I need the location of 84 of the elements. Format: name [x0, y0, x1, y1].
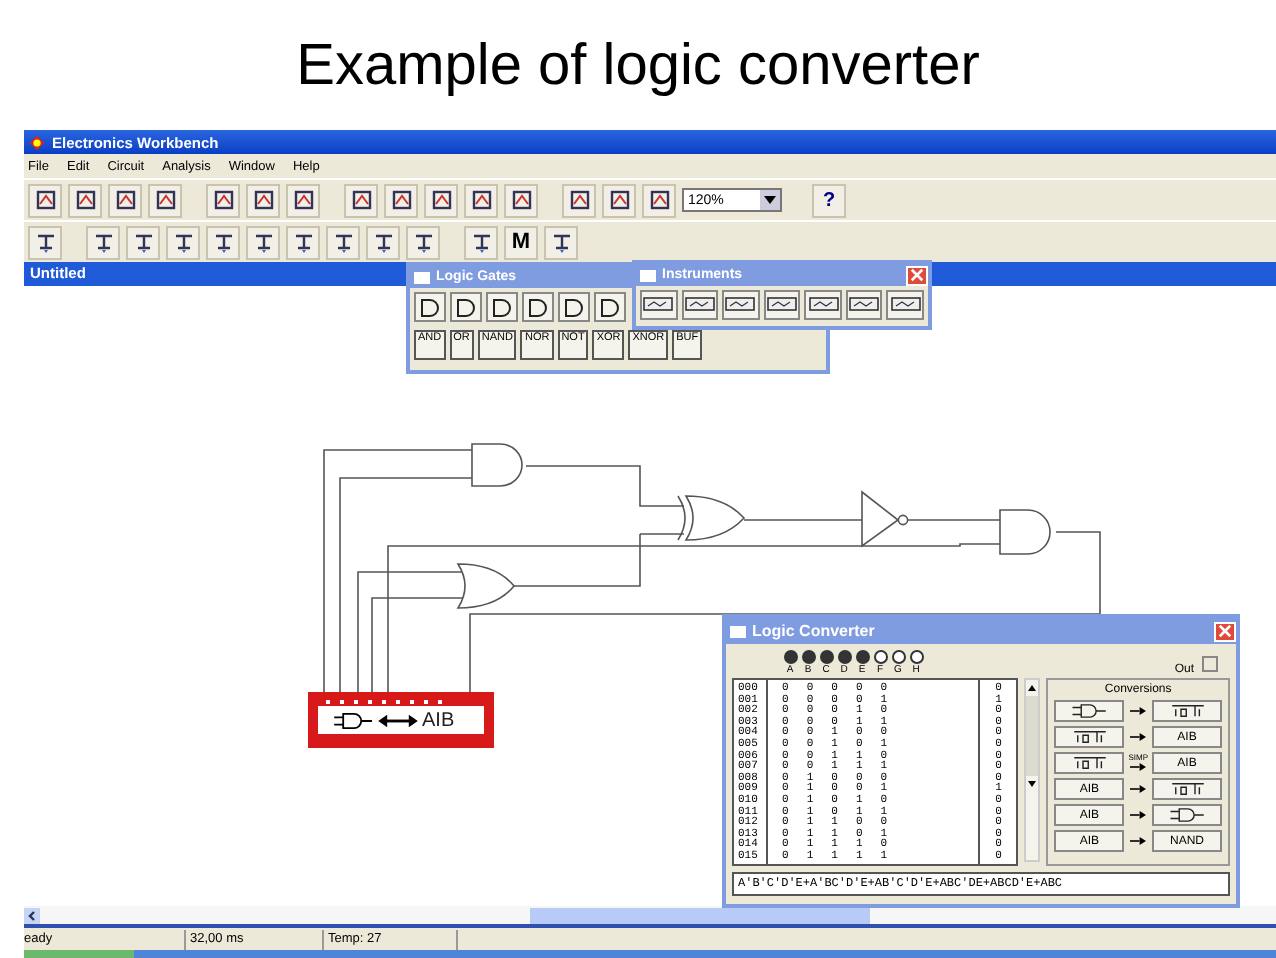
- app-icon: [28, 133, 46, 151]
- zoom-out-button[interactable]: [602, 183, 636, 217]
- folder-button[interactable]: [68, 183, 102, 217]
- gate-button[interactable]: [450, 292, 482, 322]
- gate-button[interactable]: [522, 292, 554, 322]
- truth-table-icon: [1071, 756, 1108, 770]
- battery-button[interactable]: [86, 225, 120, 259]
- chip-button[interactable]: [286, 225, 320, 259]
- input-terminal[interactable]: [909, 650, 923, 664]
- ground-button[interactable]: [464, 183, 498, 217]
- component-label: AIB: [422, 709, 455, 731]
- triangle-button[interactable]: [384, 183, 418, 217]
- input-terminal[interactable]: [783, 650, 797, 664]
- instrument-button[interactable]: [681, 290, 719, 320]
- chip-button[interactable]: [326, 225, 360, 259]
- diode-button[interactable]: [166, 225, 200, 259]
- and-gate: [471, 443, 523, 487]
- flag-button[interactable]: [424, 183, 458, 217]
- or-gate: [457, 563, 515, 609]
- graph-button[interactable]: [344, 183, 378, 217]
- close-button[interactable]: [906, 265, 928, 285]
- instrument-button[interactable]: [722, 290, 760, 320]
- window-icon: [640, 269, 656, 281]
- conversion-button[interactable]: [1152, 778, 1222, 800]
- xor-gate: [677, 495, 745, 541]
- left-arrow-icon: [24, 907, 40, 923]
- save-button[interactable]: [108, 183, 142, 217]
- gate-button[interactable]: [414, 292, 446, 322]
- instrument-button[interactable]: [886, 290, 925, 320]
- scrollbar[interactable]: [24, 906, 1276, 928]
- resistor-button[interactable]: [126, 225, 160, 259]
- input-terminal[interactable]: [801, 650, 815, 664]
- paste-button[interactable]: [286, 183, 320, 217]
- truth-table-icon: [1071, 730, 1108, 744]
- copy-button[interactable]: [246, 183, 280, 217]
- cut-button[interactable]: [206, 183, 240, 217]
- scroll-thumb[interactable]: [530, 907, 870, 923]
- instrument-button[interactable]: [763, 290, 801, 320]
- new-file-button[interactable]: [28, 183, 62, 217]
- gate-button[interactable]: [558, 292, 590, 322]
- conversion-button[interactable]: [1054, 752, 1125, 774]
- chart-button[interactable]: [504, 183, 538, 217]
- meter-button[interactable]: M: [504, 225, 538, 259]
- close-button[interactable]: [1214, 621, 1236, 641]
- chip-button[interactable]: [246, 225, 280, 259]
- window-title: Logic Converter: [752, 622, 875, 640]
- logic-converter-component[interactable]: AIB: [308, 692, 494, 748]
- transistor-button[interactable]: [206, 225, 240, 259]
- input-terminal[interactable]: [891, 650, 905, 664]
- input-terminal[interactable]: [873, 650, 887, 664]
- down-arrow-icon: [1026, 778, 1039, 790]
- instrument-button[interactable]: [640, 290, 678, 320]
- instrument-button[interactable]: [804, 290, 842, 320]
- conversion-button[interactable]: [1054, 726, 1125, 748]
- help-button[interactable]: ?: [812, 183, 846, 217]
- input-terminal[interactable]: [855, 650, 869, 664]
- conversion-button[interactable]: [1054, 700, 1125, 722]
- slide-title: Example of logic converter: [294, 32, 982, 102]
- up-arrow-icon: [1026, 682, 1039, 694]
- double-arrow-icon: [378, 711, 418, 729]
- gate-button[interactable]: [486, 292, 518, 322]
- gate-button[interactable]: [594, 292, 626, 322]
- input-terminal[interactable]: [819, 650, 833, 664]
- caret-icon: [760, 190, 780, 210]
- printer-button[interactable]: [148, 183, 182, 217]
- input-terminal[interactable]: [837, 650, 851, 664]
- check-button[interactable]: [562, 183, 596, 217]
- instrument-button[interactable]: [544, 225, 578, 259]
- scroll-thumb[interactable]: [1026, 696, 1039, 776]
- gate-button[interactable]: [366, 225, 400, 259]
- lamp-button[interactable]: [464, 225, 498, 259]
- conversion-button[interactable]: [1152, 700, 1222, 722]
- instrument-button[interactable]: [845, 290, 883, 320]
- conversion-button[interactable]: [1152, 804, 1222, 826]
- truth-table-icon: [1169, 704, 1205, 718]
- output-terminal[interactable]: [1202, 656, 1218, 672]
- zoom-in-button[interactable]: [642, 183, 676, 217]
- window-icon: [414, 271, 430, 283]
- not-gate: [861, 490, 909, 548]
- source-button[interactable]: [28, 225, 62, 259]
- window-icon: [730, 625, 746, 637]
- truth-table-icon: [1169, 782, 1205, 796]
- display-button[interactable]: [406, 225, 440, 259]
- and-gate: [999, 509, 1051, 555]
